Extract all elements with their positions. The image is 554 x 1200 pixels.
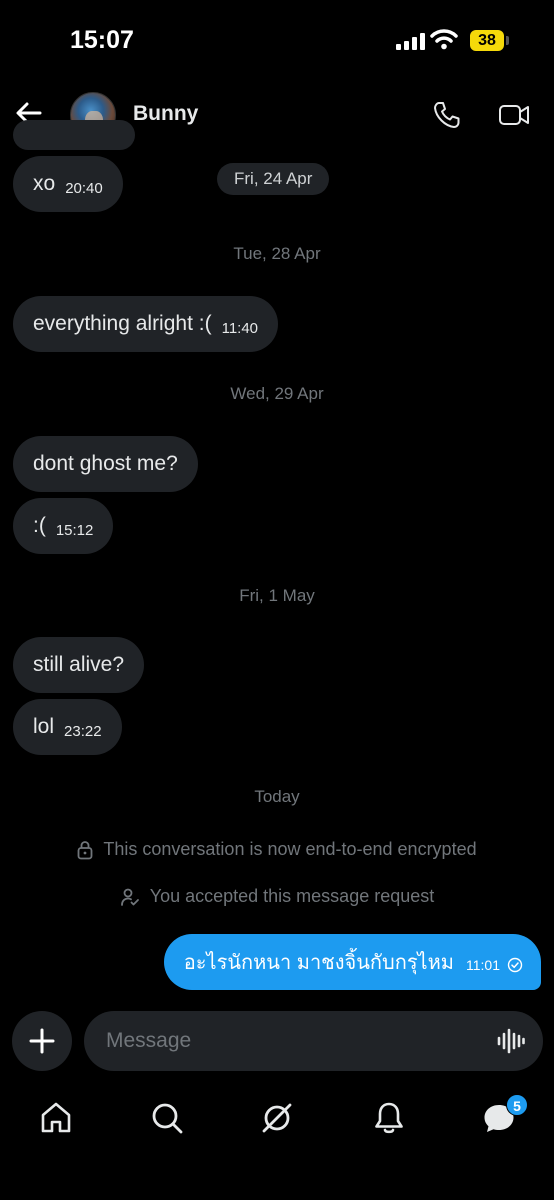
wifi-icon — [430, 29, 458, 50]
encryption-notice-text: This conversation is now end-to-end encr… — [103, 839, 477, 859]
date-separator: Fri, 1 May — [239, 586, 315, 605]
search-icon[interactable] — [149, 1100, 185, 1136]
bell-icon[interactable] — [371, 1100, 407, 1136]
message-time: 11:40 — [221, 319, 259, 337]
voice-wave-icon[interactable] — [497, 1027, 525, 1055]
outgoing-message-text: อะไรนักหนา มาชงจิ้นกับกรุไหม — [183, 952, 454, 974]
date-separator: Tue, 28 Apr — [233, 244, 321, 263]
outgoing-message-time: 11:01 — [466, 957, 500, 973]
message-bubble[interactable]: :( 15:12 — [13, 498, 114, 554]
message-bubble[interactable]: everything alright :( 11:40 — [13, 296, 279, 352]
message-bubble[interactable]: dont ghost me? — [13, 436, 198, 492]
message-time: 20:40 — [65, 179, 103, 197]
message-time: 23:22 — [64, 722, 102, 740]
plus-icon — [29, 1028, 55, 1054]
message-text: lol — [33, 715, 55, 738]
battery-tip — [506, 36, 509, 45]
person-check-icon — [120, 888, 139, 906]
video-icon[interactable] — [498, 101, 530, 129]
message-text: xo — [33, 172, 56, 195]
request-accepted-notice: You accepted this message request — [0, 886, 554, 907]
date-separator: Today — [254, 787, 300, 806]
message-bubble-partial — [13, 120, 135, 150]
message-bubble[interactable]: xo 20:40 — [13, 156, 123, 212]
message-text: :( — [33, 514, 46, 537]
bottom-tab-bar — [0, 1090, 554, 1150]
messages-badge: 5 — [506, 1094, 528, 1116]
battery-level: 38 — [470, 30, 504, 51]
message-text: everything alright :( — [33, 312, 212, 335]
message-bubble[interactable]: lol 23:22 — [13, 699, 122, 755]
grok-icon[interactable] — [259, 1100, 295, 1136]
sent-check-icon — [507, 957, 523, 973]
home-icon[interactable] — [38, 1100, 74, 1136]
message-time: 15:12 — [55, 521, 94, 539]
request-accepted-text: You accepted this message request — [149, 886, 435, 906]
message-input[interactable] — [106, 1011, 486, 1071]
status-time: 15:07 — [70, 26, 134, 54]
signal-icon — [396, 32, 425, 50]
status-bar: 15:07 38 — [0, 0, 554, 80]
phone-icon[interactable] — [432, 100, 462, 130]
contact-name[interactable]: Bunny — [133, 102, 198, 126]
message-bubble[interactable]: still alive? — [13, 637, 145, 693]
date-separator: Fri, 24 Apr — [217, 163, 330, 195]
message-text: still alive? — [33, 653, 125, 676]
message-text: dont ghost me? — [33, 452, 178, 475]
outgoing-message-bubble[interactable]: อะไรนักหนา มาชงจิ้นกับกรุไหม 11:01 — [163, 934, 541, 990]
add-attachment-button[interactable] — [12, 1011, 72, 1071]
date-separator: Wed, 29 Apr — [230, 384, 324, 403]
lock-icon — [77, 840, 93, 859]
encryption-notice: This conversation is now end-to-end encr… — [0, 839, 554, 860]
message-composer — [84, 1011, 543, 1071]
